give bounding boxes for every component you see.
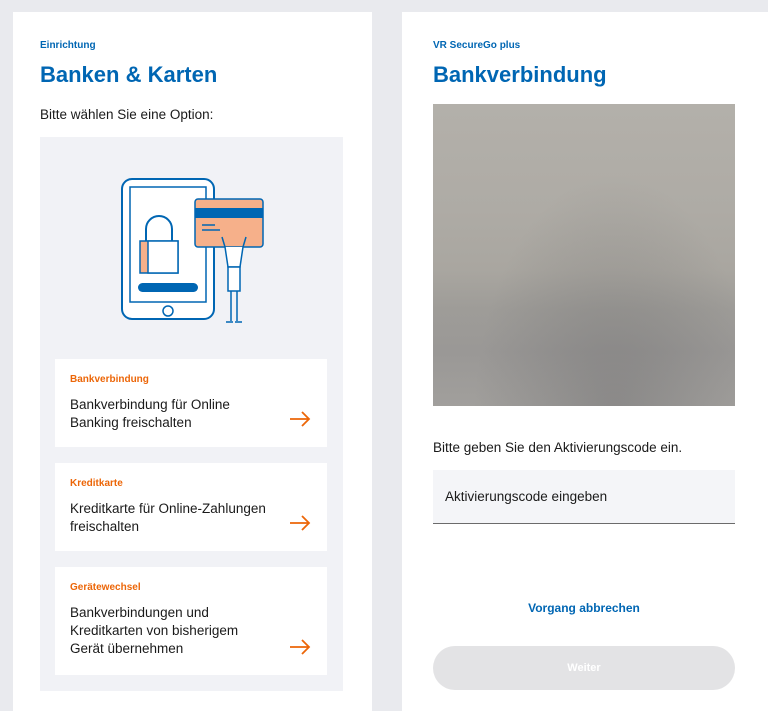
section-eyebrow: Einrichtung — [40, 40, 96, 51]
arrow-right-icon[interactable] — [289, 515, 311, 531]
option-label: Gerätewechsel — [70, 582, 141, 593]
option-card-kreditkarte[interactable]: Kreditkarte Kreditkarte für Online-Zahlu… — [55, 463, 327, 551]
options-area: Bankverbindung Bankverbindung für Online… — [40, 137, 343, 691]
camera-shade — [433, 104, 735, 406]
option-description: Bankverbindungen und Kreditkarten von bi… — [70, 605, 239, 656]
option-prompt: Bitte wählen Sie eine Option: — [40, 107, 214, 122]
option-description: Bankverbindung für Online Banking freisc… — [70, 397, 230, 430]
code-prompt: Bitte geben Sie den Aktivierungscode ein… — [433, 440, 683, 455]
page-title: Banken & Karten — [40, 62, 218, 87]
option-description: Kreditkarte für Online-Zahlungen freisch… — [70, 501, 266, 534]
page-title: Bankverbindung — [433, 62, 607, 87]
activation-code-input[interactable] — [433, 470, 735, 524]
option-card-geraetewechsel[interactable]: Gerätewechsel Bankverbindungen und Kredi… — [55, 567, 327, 675]
arrow-right-icon[interactable] — [289, 411, 311, 427]
setup-panel: Einrichtung Banken & Karten Bitte wählen… — [13, 12, 372, 711]
arrow-right-icon[interactable] — [289, 639, 311, 655]
cancel-link[interactable]: Vorgang abbrechen — [433, 601, 735, 615]
option-label: Bankverbindung — [70, 374, 149, 385]
option-card-bankverbindung[interactable]: Bankverbindung Bankverbindung für Online… — [55, 359, 327, 447]
app-name-eyebrow: VR SecureGo plus — [433, 40, 521, 51]
camera-scanner-view[interactable] — [433, 104, 735, 406]
phone-padlock-creditcard-illustration — [121, 178, 264, 323]
next-button[interactable]: Weiter — [433, 646, 735, 690]
option-label: Kreditkarte — [70, 478, 123, 489]
activation-panel: VR SecureGo plus Bankverbindung Bitte ge… — [402, 12, 768, 711]
